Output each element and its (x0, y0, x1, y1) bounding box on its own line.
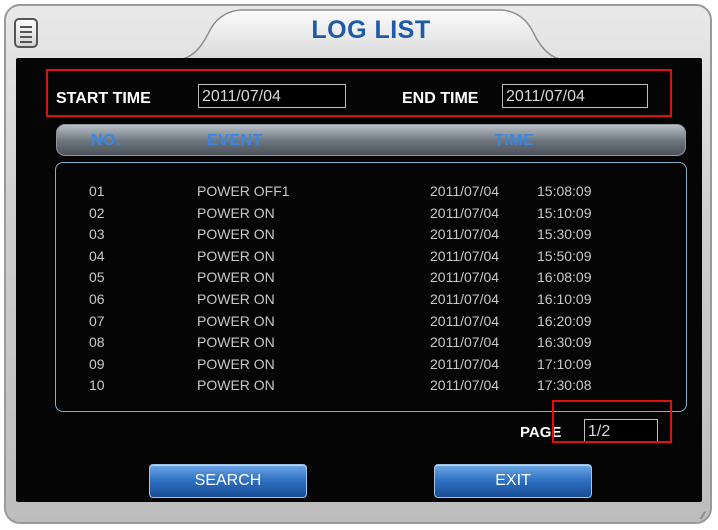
resize-grip-icon[interactable]: ⁄⁄⁄ (701, 510, 704, 522)
column-header-time: TIME (494, 132, 535, 149)
table-row[interactable]: 03 POWER ON 2011/07/04 15:30:09 (0, 226, 718, 244)
row-time: 17:10:09 (537, 356, 592, 372)
row-date: 2011/07/04 (430, 356, 500, 372)
row-event: POWER ON (197, 205, 275, 221)
row-date: 2011/07/04 (430, 205, 500, 221)
row-date: 2011/07/04 (430, 248, 500, 264)
row-date: 2011/07/04 (430, 313, 500, 329)
row-time: 16:30:09 (537, 334, 592, 350)
row-time: 15:08:09 (537, 183, 592, 199)
row-time: 15:10:09 (537, 205, 592, 221)
row-time: 15:30:09 (537, 226, 592, 242)
table-row[interactable]: 05 POWER ON 2011/07/04 16:08:09 (0, 269, 718, 287)
row-event: POWER ON (197, 226, 275, 242)
row-event: POWER ON (197, 248, 275, 264)
row-no: 05 (89, 269, 105, 285)
row-no: 09 (89, 356, 105, 372)
column-header-event: EVENT (207, 132, 263, 149)
table-row[interactable]: 06 POWER ON 2011/07/04 16:10:09 (0, 291, 718, 309)
row-time: 16:20:09 (537, 313, 592, 329)
search-button[interactable]: SEARCH (149, 464, 307, 498)
row-event: POWER ON (197, 269, 275, 285)
page-highlight (552, 400, 672, 443)
row-time: 16:08:09 (537, 269, 592, 285)
column-header-no: NO. (91, 132, 121, 149)
exit-button[interactable]: EXIT (434, 464, 592, 498)
table-row[interactable]: 04 POWER ON 2011/07/04 15:50:09 (0, 248, 718, 266)
row-event: POWER ON (197, 291, 275, 307)
table-row[interactable]: 07 POWER ON 2011/07/04 16:20:09 (0, 313, 718, 331)
table-row[interactable]: 01 POWER OFF1 2011/07/04 15:08:09 (0, 183, 718, 201)
row-date: 2011/07/04 (430, 291, 500, 307)
row-event: POWER ON (197, 313, 275, 329)
row-event: POWER ON (197, 334, 275, 350)
table-row[interactable]: 02 POWER ON 2011/07/04 15:10:09 (0, 205, 718, 223)
row-event: POWER OFF1 (197, 183, 290, 199)
row-date: 2011/07/04 (430, 183, 500, 199)
table-row[interactable]: 08 POWER ON 2011/07/04 16:30:09 (0, 334, 718, 352)
row-time: 15:50:09 (537, 248, 592, 264)
row-time: 17:30:08 (537, 377, 592, 393)
row-no: 01 (89, 183, 105, 199)
row-no: 02 (89, 205, 105, 221)
row-no: 07 (89, 313, 105, 329)
row-date: 2011/07/04 (430, 226, 500, 242)
row-no: 06 (89, 291, 105, 307)
row-date: 2011/07/04 (430, 377, 500, 393)
row-no: 03 (89, 226, 105, 242)
row-no: 08 (89, 334, 105, 350)
table-row[interactable]: 09 POWER ON 2011/07/04 17:10:09 (0, 356, 718, 374)
row-time: 16:10:09 (537, 291, 592, 307)
table-row[interactable]: 10 POWER ON 2011/07/04 17:30:08 (0, 377, 718, 395)
menu-icon[interactable] (14, 18, 38, 48)
date-range-highlight (46, 69, 672, 117)
row-date: 2011/07/04 (430, 334, 500, 350)
row-no: 04 (89, 248, 105, 264)
table-header-bar (56, 124, 686, 156)
row-date: 2011/07/04 (430, 269, 500, 285)
row-no: 10 (89, 377, 105, 393)
row-event: POWER ON (197, 356, 275, 372)
row-event: POWER ON (197, 377, 275, 393)
page-title: LOG LIST (311, 16, 431, 44)
